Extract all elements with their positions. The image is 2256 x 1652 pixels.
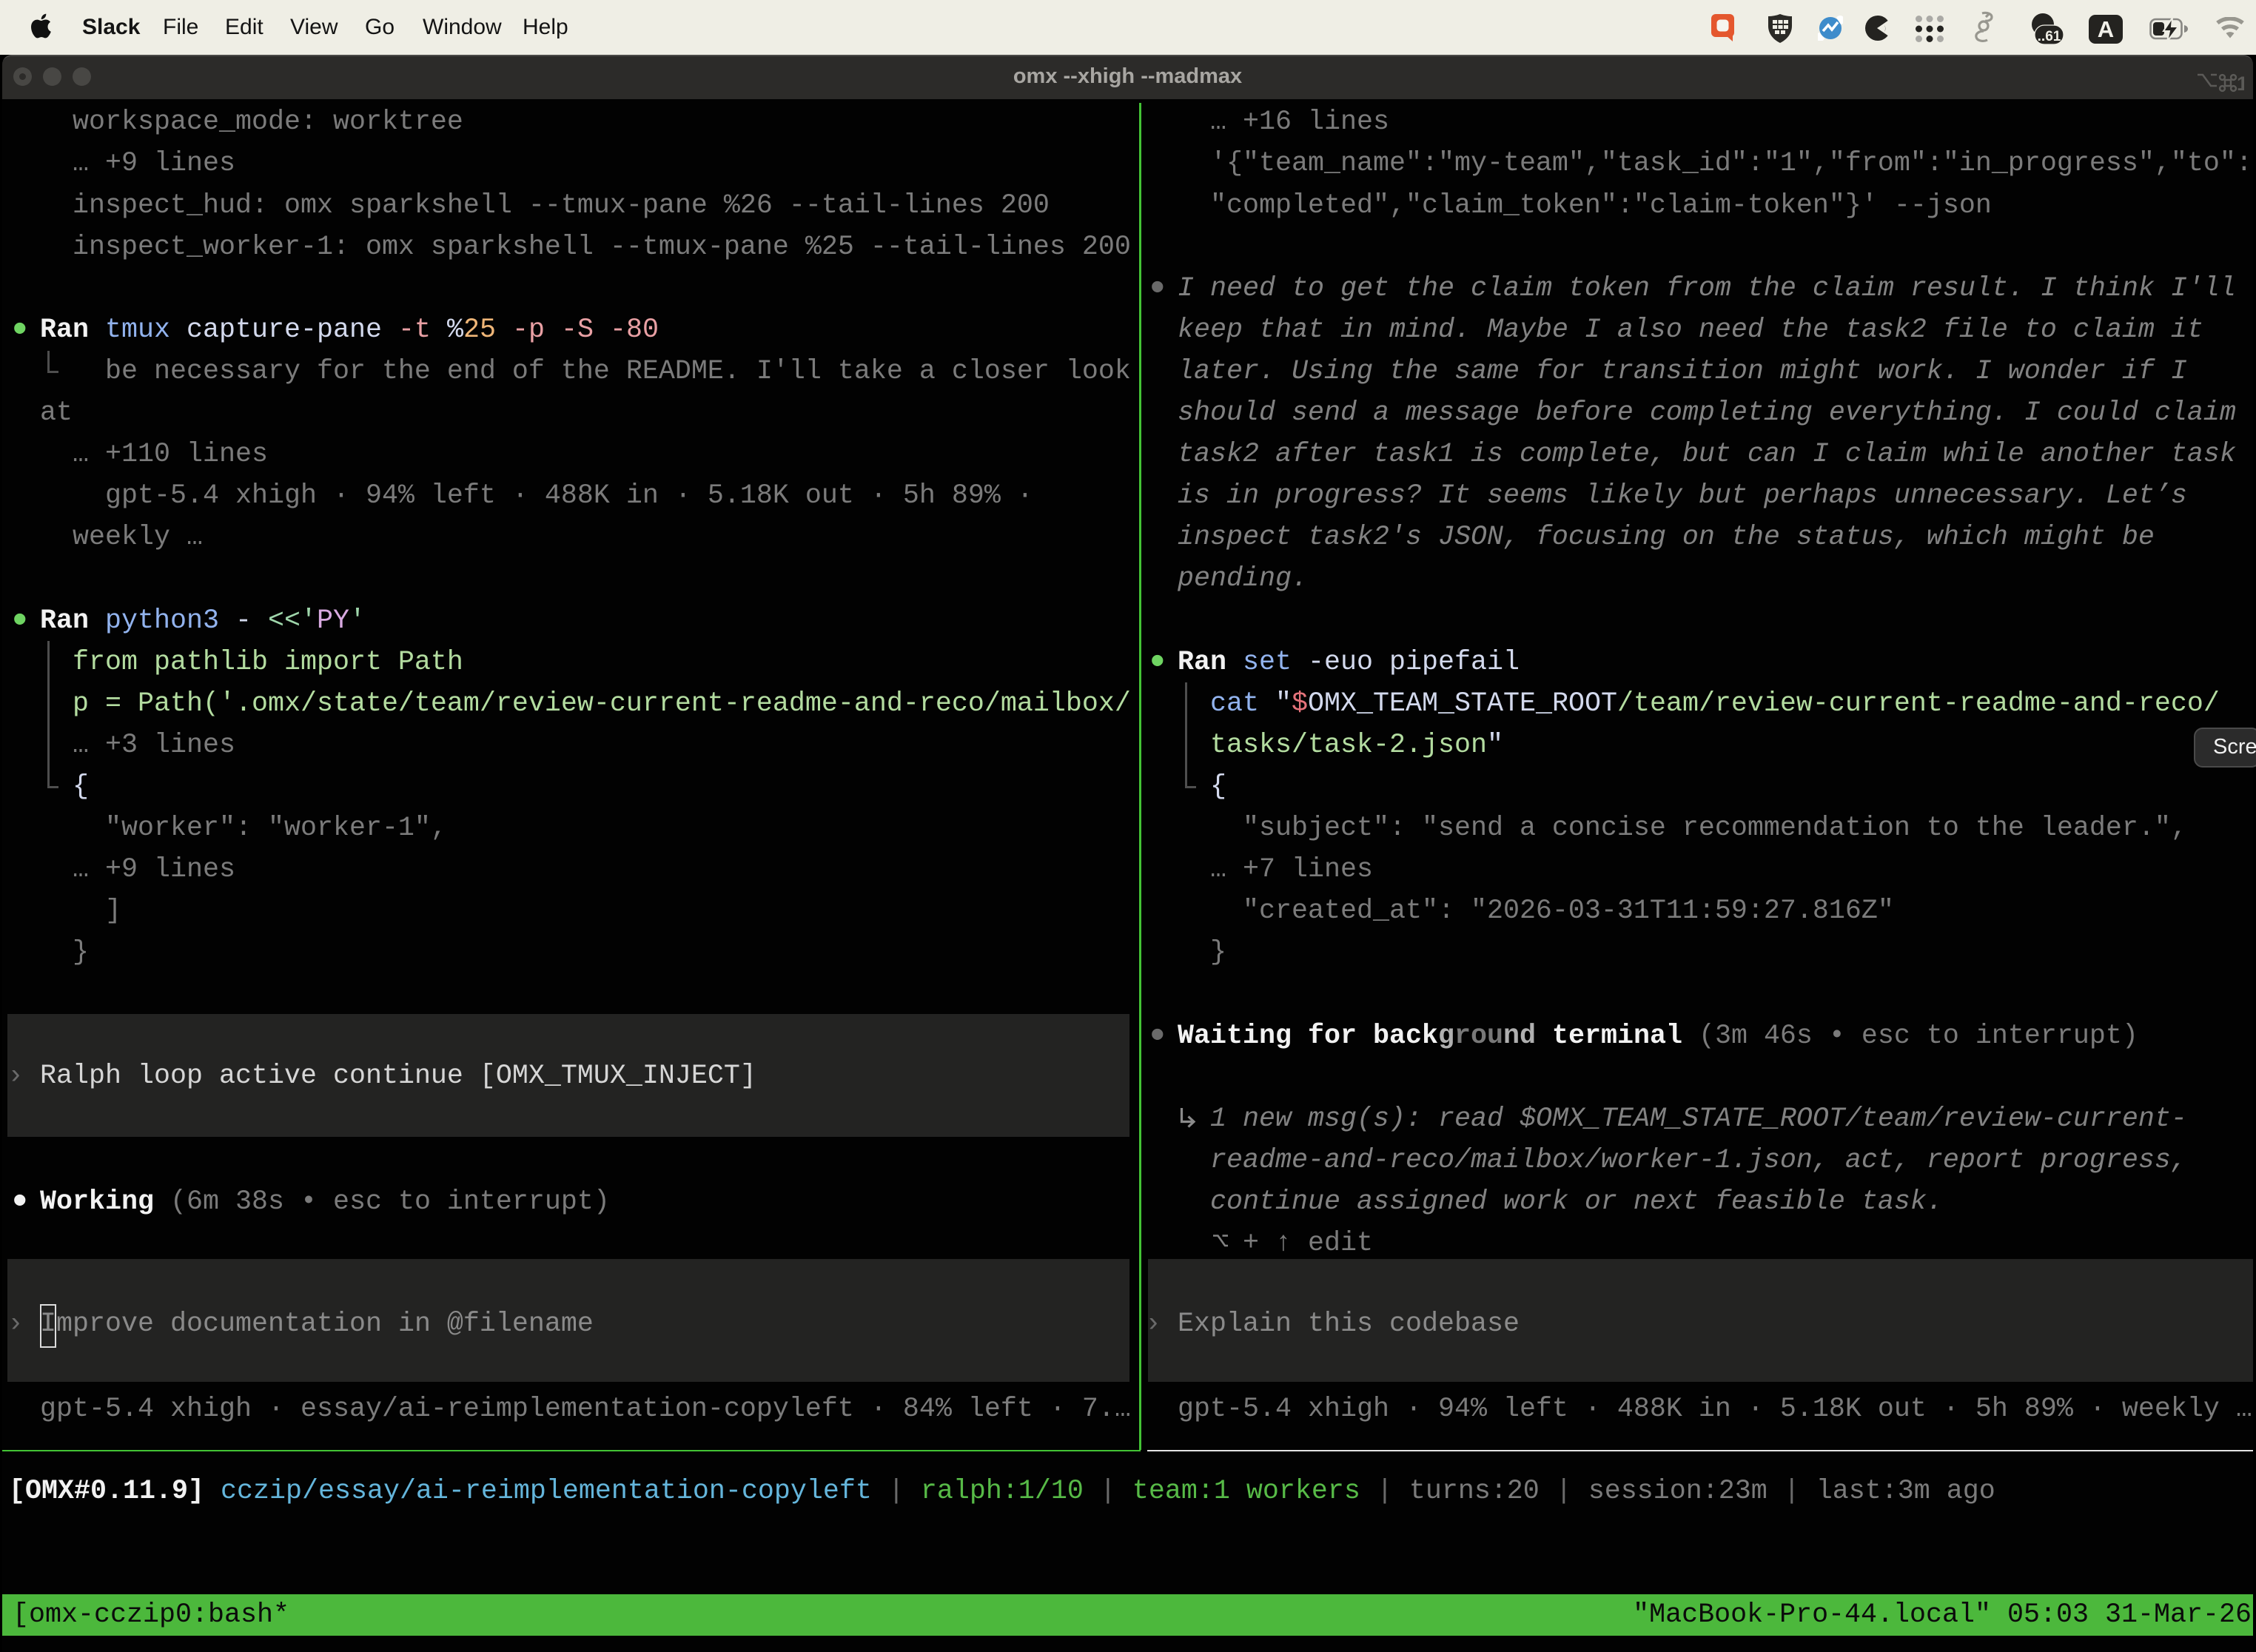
svg-text:..61: ..61 [2038,29,2061,44]
svg-text:1: 1 [2237,73,2244,95]
svg-text:A: A [2098,16,2114,42]
